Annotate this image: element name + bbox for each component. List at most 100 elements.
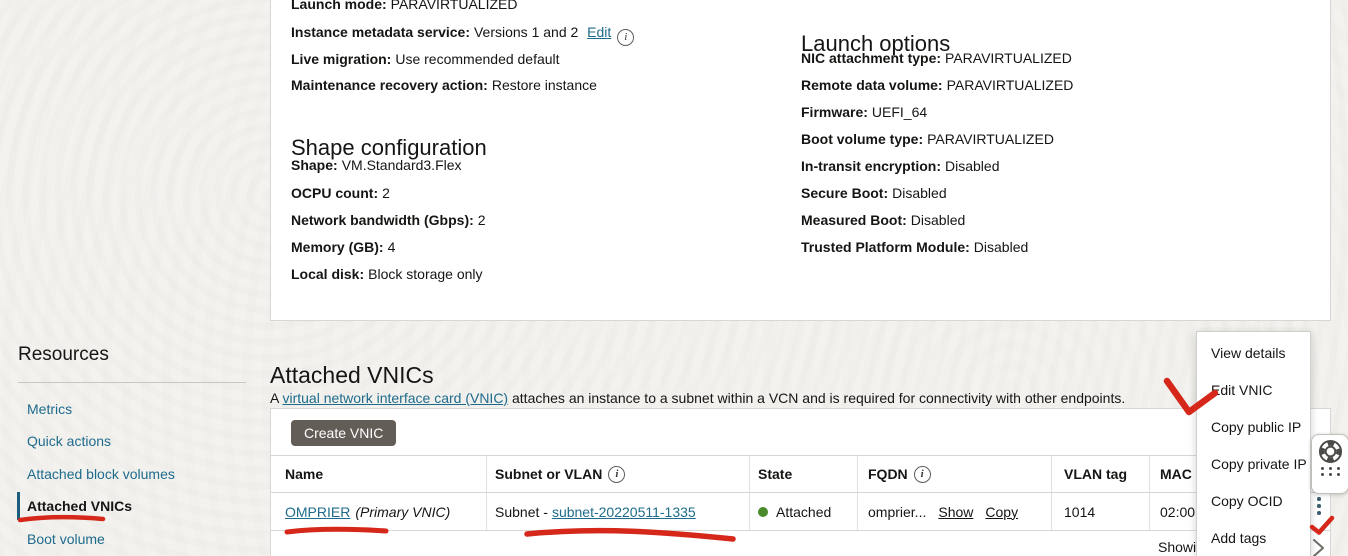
column-label: Name — [285, 466, 323, 482]
field-value: PARAVIRTUALIZED — [945, 50, 1072, 66]
vnic-doc-link[interactable]: virtual network interface card (VNIC) — [282, 390, 508, 406]
field-local-disk: Local disk:Block storage only — [291, 267, 483, 282]
support-floating-widget[interactable] — [1311, 434, 1348, 494]
pagination-next-icon[interactable] — [1312, 538, 1326, 556]
field-value: Versions 1 and 2 — [474, 24, 578, 40]
lifebuoy-support-icon[interactable] — [1318, 439, 1343, 464]
field-label: Memory (GB): — [291, 239, 384, 255]
field-value: Restore instance — [492, 77, 597, 93]
field-label: Measured Boot: — [801, 212, 907, 228]
info-icon: i — [617, 29, 634, 46]
column-header-vlan-tag: VLAN tag — [1052, 456, 1150, 492]
field-network-bandwidth: Network bandwidth (Gbps):2 — [291, 213, 486, 228]
field-label: In-transit encryption: — [801, 158, 941, 174]
fqdn-show-link[interactable]: Show — [938, 504, 973, 520]
field-value: PARAVIRTUALIZED — [391, 0, 518, 12]
menu-item-add-tags[interactable]: Add tags — [1197, 519, 1310, 556]
field-value: 4 — [388, 239, 396, 255]
sidebar-item-metrics[interactable]: Metrics — [27, 401, 72, 417]
field-remote-data-volume: Remote data volume:PARAVIRTUALIZED — [801, 78, 1073, 93]
sidebar-item-attached-vnics[interactable]: Attached VNICs — [27, 498, 132, 514]
fqdn-value: omprier... — [868, 504, 926, 520]
oci-instance-details-page: Launch mode: PARAVIRTUALIZED Instance met… — [0, 0, 1348, 556]
field-boot-volume-type: Boot volume type:PARAVIRTUALIZED — [801, 132, 1054, 147]
description-text: A — [270, 390, 282, 406]
field-value: Disabled — [892, 185, 946, 201]
field-value: UEFI_64 — [872, 104, 927, 120]
active-item-indicator — [17, 492, 20, 520]
state-label: Attached — [776, 504, 831, 520]
field-label: Network bandwidth (Gbps): — [291, 212, 474, 228]
field-trusted-platform-module: Trusted Platform Module:Disabled — [801, 240, 1028, 255]
field-launch-mode: Launch mode: PARAVIRTUALIZED — [291, 0, 517, 12]
fqdn-cell: omprier... Show Copy — [858, 493, 1052, 530]
mac-value: 02:00: — [1160, 504, 1199, 520]
field-value: 2 — [382, 185, 390, 201]
field-shape: Shape:VM.Standard3.Flex — [291, 158, 462, 173]
field-label: Instance metadata service: — [291, 24, 470, 40]
sidebar-item-attached-block-volumes[interactable]: Attached block volumes — [27, 466, 175, 482]
column-label: Subnet or VLAN — [495, 466, 602, 482]
attached-state-dot-icon — [758, 507, 768, 517]
field-value: Disabled — [974, 239, 1028, 255]
field-secure-boot: Secure Boot:Disabled — [801, 186, 947, 201]
menu-item-copy-private-ip[interactable]: Copy private IP — [1197, 445, 1310, 482]
field-label: Secure Boot: — [801, 185, 888, 201]
red-underline-sidebar-attached-vnics — [20, 517, 103, 520]
subnet-link[interactable]: subnet-20220511-1335 — [552, 504, 696, 520]
drag-handle-dots-icon[interactable] — [1321, 467, 1340, 476]
info-icon[interactable]: i — [608, 466, 625, 483]
field-label: Boot volume type: — [801, 131, 923, 147]
field-value: Block storage only — [368, 266, 482, 282]
field-label: NIC attachment type: — [801, 50, 941, 66]
info-icon[interactable]: i — [914, 466, 931, 483]
field-ocpu-count: OCPU count:2 — [291, 186, 390, 201]
column-header-name: Name — [271, 456, 487, 492]
field-instance-metadata-service: Instance metadata service:Versions 1 and… — [291, 25, 634, 46]
sidebar-item-boot-volume[interactable]: Boot volume — [27, 531, 105, 547]
field-value: VM.Standard3.Flex — [342, 157, 462, 173]
field-nic-attachment-type: NIC attachment type:PARAVIRTUALIZED — [801, 51, 1072, 66]
edit-metadata-link[interactable]: Edit — [587, 24, 611, 40]
attached-vnics-description: A virtual network interface card (VNIC) … — [270, 390, 1125, 406]
field-label: Firmware: — [801, 104, 868, 120]
table-header-row: Name Subnet or VLAN i State FQDN i VLAN ta… — [271, 455, 1330, 493]
fqdn-copy-link[interactable]: Copy — [985, 504, 1018, 520]
state-cell: Attached — [750, 493, 858, 530]
row-actions-context-menu: View details Edit VNIC Copy public IP Co… — [1196, 331, 1311, 556]
create-vnic-button[interactable]: Create VNIC — [291, 420, 396, 446]
field-maintenance-recovery: Maintenance recovery action:Restore inst… — [291, 78, 597, 93]
field-value: Disabled — [945, 158, 999, 174]
subnet-prefix: Subnet - — [495, 504, 548, 520]
field-live-migration: Live migration:Use recommended default — [291, 52, 560, 67]
field-label: Remote data volume: — [801, 77, 943, 93]
field-memory: Memory (GB):4 — [291, 240, 395, 255]
menu-item-edit-vnic[interactable]: Edit VNIC — [1197, 371, 1310, 408]
field-label: Trusted Platform Module: — [801, 239, 970, 255]
field-label: Live migration: — [291, 51, 391, 67]
field-label: Shape: — [291, 157, 338, 173]
field-value: PARAVIRTUALIZED — [927, 131, 1054, 147]
menu-item-view-details[interactable]: View details — [1197, 334, 1310, 371]
field-label: OCPU count: — [291, 185, 378, 201]
field-label: Local disk: — [291, 266, 364, 282]
field-measured-boot: Measured Boot:Disabled — [801, 213, 965, 228]
vnic-name-cell: OMPRIER (Primary VNIC) — [271, 493, 487, 530]
subnet-cell: Subnet - subnet-20220511-1335 — [487, 493, 750, 530]
resources-title: Resources — [18, 344, 109, 366]
column-label: VLAN tag — [1064, 466, 1127, 482]
column-label: FQDN — [868, 466, 908, 482]
vnic-name-link[interactable]: OMPRIER — [285, 504, 350, 520]
field-value: Disabled — [911, 212, 965, 228]
field-label: Maintenance recovery action: — [291, 77, 488, 93]
field-in-transit-encryption: In-transit encryption:Disabled — [801, 159, 1000, 174]
column-label: State — [758, 466, 792, 482]
menu-item-copy-ocid[interactable]: Copy OCID — [1197, 482, 1310, 519]
sidebar-item-quick-actions[interactable]: Quick actions — [27, 433, 111, 449]
column-header-subnet-or-vlan: Subnet or VLAN i — [487, 456, 750, 492]
row-kebab-menu-icon[interactable] — [1317, 497, 1321, 515]
field-label: Launch mode: — [291, 0, 387, 12]
field-firmware: Firmware:UEFI_64 — [801, 105, 927, 120]
menu-item-copy-public-ip[interactable]: Copy public IP — [1197, 408, 1310, 445]
column-header-fqdn: FQDN i — [858, 456, 1052, 492]
